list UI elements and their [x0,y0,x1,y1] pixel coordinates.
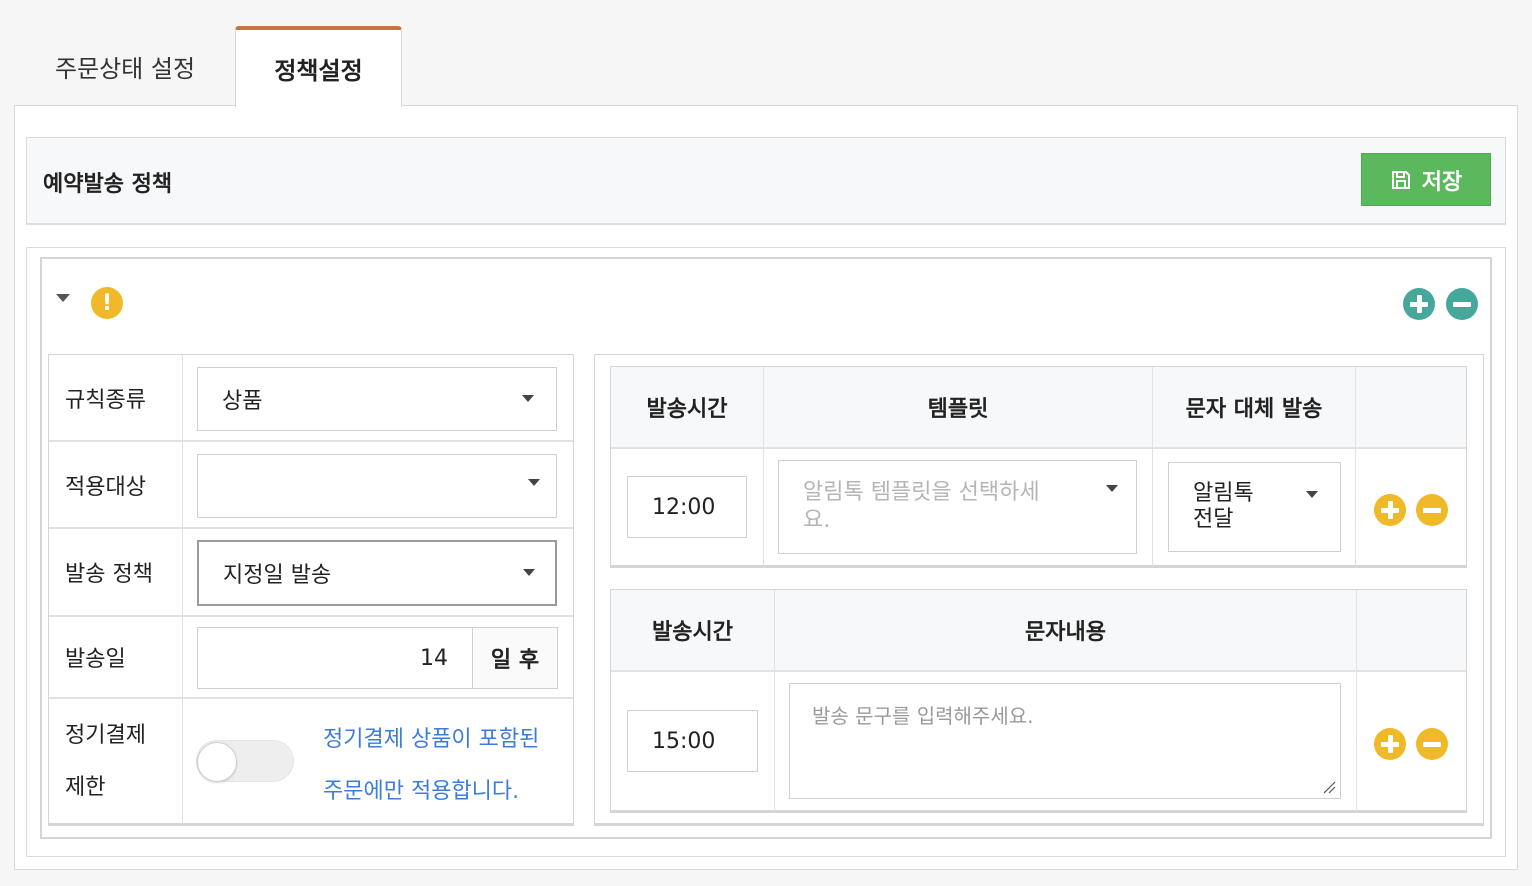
header-send-time: 발송시간 [611,367,764,447]
sms-message-textarea[interactable]: 발송 문구를 입력해주세요. [789,683,1341,799]
chevron-down-icon [1306,491,1318,498]
rule-type-value: 상품 [222,389,263,414]
collapse-caret-icon[interactable] [56,294,70,302]
row-send-policy: 발송 정책 지정일 발송 [49,529,573,617]
add-rule-icon[interactable] [1403,288,1435,320]
chevron-down-icon [523,569,535,576]
target-select[interactable] [197,454,557,518]
target-label: 적용대상 [49,442,183,527]
subscription-label-line1: 정기결제 [65,723,146,748]
header-template: 템플릿 [764,367,1153,447]
remove-sms-row-icon[interactable] [1416,728,1448,760]
template-select[interactable]: 알림톡 템플릿을 선택하세 요. [778,460,1137,554]
template-placeholder-line1: 알림톡 템플릿을 선택하세 [803,480,1040,505]
toggle-knob [197,742,237,782]
rule-type-label: 규칙종류 [49,355,183,440]
fallback-value-line1: 알림톡 [1193,481,1254,506]
row-rule-type: 규칙종류 상품 [49,355,573,442]
rule-type-select[interactable]: 상품 [197,367,557,431]
section-title: 예약발송 정책 [43,172,173,197]
alimtalk-time-input[interactable]: 12:00 [627,476,747,538]
warning-icon: ! [91,287,123,319]
chevron-down-icon [522,395,534,402]
send-day-suffix: 일 후 [472,627,558,689]
add-alimtalk-row-icon[interactable] [1374,494,1406,526]
save-button-label: 저장 [1421,169,1463,195]
subscription-label-line2: 제한 [65,775,106,800]
sms-table-header: 발송시간 문자내용 [611,590,1466,672]
header-sms-send-time: 발송시간 [611,590,775,670]
row-send-day: 발송일 14 일 후 [49,617,573,699]
remove-rule-icon[interactable] [1446,288,1478,320]
send-policy-label: 발송 정책 [49,529,183,615]
row-target: 적용대상 [49,442,573,529]
sms-message-placeholder: 발송 문구를 입력해주세요. [812,704,1034,728]
subscription-label: 정기결제 제한 [49,699,183,825]
fallback-value-line2: 전달 [1193,507,1234,532]
save-icon [1391,170,1410,189]
row-subscription: 정기결제 제한 [49,699,573,825]
subscription-desc-line1: 정기결제 상품이 포함된 [323,727,540,752]
chevron-down-icon [1106,485,1118,492]
fallback-select[interactable]: 알림톡 전달 [1168,462,1341,552]
sms-time-input[interactable]: 15:00 [627,710,758,772]
tab-order-status-settings[interactable]: 주문상태 설정 [14,26,236,106]
header-sms-fallback: 문자 대체 발송 [1153,367,1356,447]
rule-settings-table: 규칙종류 상품 적용대상 발송 정책 지정일 발송 발송일 14 일 후 정기결… [48,354,574,826]
subscription-desc-line2: 주문에만 적용합니다. [323,779,520,804]
send-day-value: 14 [420,645,448,671]
resize-handle-icon[interactable] [1322,780,1336,794]
alimtalk-table-header: 발송시간 템플릿 문자 대체 발송 [611,367,1466,449]
header-sms-content: 문자내용 [775,590,1357,670]
chevron-down-icon [528,479,540,486]
send-policy-value: 지정일 발송 [223,563,332,588]
add-sms-row-icon[interactable] [1374,728,1406,760]
send-policy-select[interactable]: 지정일 발송 [197,540,557,606]
send-day-suffix-label: 일 후 [490,648,540,673]
section-header: 예약발송 정책 저장 [26,137,1506,225]
subscription-toggle[interactable] [196,740,294,782]
template-placeholder-line2: 요. [803,508,831,533]
sms-time-value: 15:00 [652,728,716,754]
send-day-label: 발송일 [49,617,183,697]
save-button[interactable]: 저장 [1361,153,1491,206]
tab-policy-settings[interactable]: 정책설정 [235,26,402,107]
alimtalk-time-value: 12:00 [652,494,716,520]
send-day-input[interactable]: 14 [197,627,473,689]
remove-alimtalk-row-icon[interactable] [1416,494,1448,526]
